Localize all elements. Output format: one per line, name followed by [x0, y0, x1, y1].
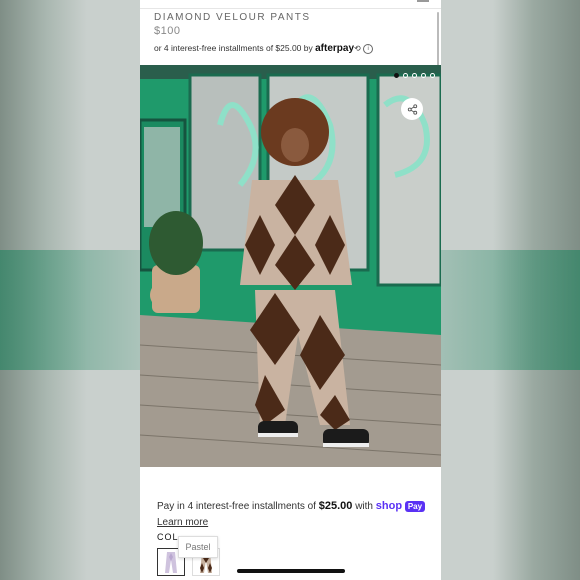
afterpay-line: or 4 interest-free installments of $25.0…: [154, 43, 374, 54]
learn-more-link[interactable]: Learn more: [157, 517, 208, 528]
product-price: $100: [154, 25, 181, 37]
shop-logo: shop: [375, 500, 403, 512]
gallery-pagination: [394, 73, 435, 78]
home-indicator[interactable]: [237, 569, 345, 573]
share-icon: [407, 103, 417, 115]
menu-icon[interactable]: [417, 0, 429, 2]
info-icon[interactable]: i: [363, 43, 374, 54]
gallery-dot[interactable]: [403, 73, 408, 78]
gallery-dot[interactable]: [394, 73, 399, 78]
shoppay-text: Pay in 4 interest-free installments of: [157, 501, 316, 512]
afterpay-arrow-icon: ⟲: [354, 44, 361, 53]
shoppay-amount: $25.00: [318, 500, 353, 512]
gallery-dot[interactable]: [430, 73, 435, 78]
color-label: COL: [157, 532, 179, 542]
product-image[interactable]: [140, 65, 441, 467]
shoppay-pay-badge: Pay: [404, 501, 426, 512]
product-title: DIAMOND VELOUR PANTS: [154, 12, 311, 23]
phone-screen: DIAMOND VELOUR PANTS $100 or 4 interest-…: [140, 0, 441, 580]
shoppay-with: with: [355, 501, 373, 512]
color-tooltip: Pastel: [178, 536, 218, 558]
product-photo-illustration: [140, 65, 441, 467]
afterpay-logo: afterpay: [315, 43, 355, 54]
afterpay-text: or 4 interest-free installments of $25.0…: [154, 43, 313, 53]
share-button[interactable]: [401, 98, 423, 120]
gallery-dot[interactable]: [421, 73, 426, 78]
gallery-dot[interactable]: [412, 73, 417, 78]
header-divider: [140, 8, 441, 9]
shoppay-line: Pay in 4 interest-free installments of $…: [157, 500, 426, 512]
